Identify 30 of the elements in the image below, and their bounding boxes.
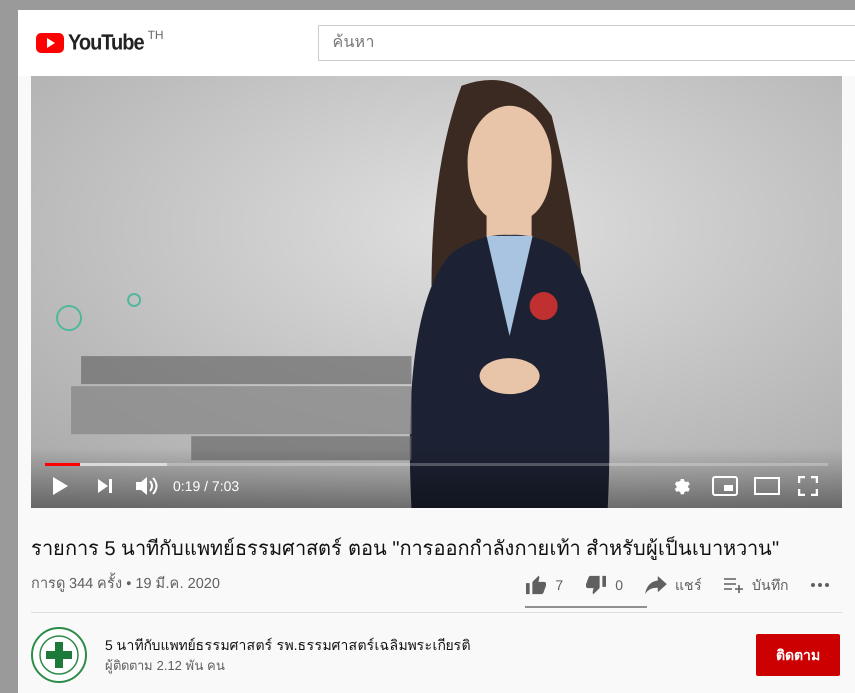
- search-field[interactable]: ค้นหา: [318, 25, 855, 61]
- thumbs-down-icon: [585, 575, 608, 595]
- volume-icon[interactable]: [135, 475, 159, 497]
- more-button[interactable]: [810, 582, 830, 588]
- subscribe-button[interactable]: ติดตาม: [756, 634, 840, 676]
- settings-icon[interactable]: [672, 476, 692, 496]
- share-button[interactable]: แชร์: [645, 574, 702, 596]
- view-count-and-date: การดู 344 ครั้ง • 19 มี.ค. 2020: [31, 574, 220, 596]
- subscriber-count: ผู้ติดตาม 2.12 พัน คน: [105, 656, 226, 676]
- theater-mode-icon[interactable]: [754, 477, 780, 495]
- play-logo-icon: [36, 33, 64, 53]
- channel-avatar-icon[interactable]: [31, 627, 87, 683]
- video-player[interactable]: 0:19 / 7:03: [31, 76, 842, 508]
- region-label: TH: [148, 27, 164, 44]
- play-icon[interactable]: [51, 476, 69, 496]
- next-icon[interactable]: [97, 478, 113, 494]
- share-arrow-icon: [645, 576, 667, 594]
- time-display: 0:19 / 7:03: [173, 476, 240, 496]
- fullscreen-icon[interactable]: [798, 476, 818, 496]
- channel-name[interactable]: 5 นาทีกับแพทย์ธรรมศาสตร์ รพ.ธรรมศาสตร์เฉลิมพระเกียรติ: [105, 634, 470, 656]
- thumbs-up-icon: [525, 575, 548, 595]
- video-title: รายการ 5 นาทีกับแพทย์ธรรมศาสตร์ ตอน "การออกกำลังกายเท้า สำหรับผู้เป็นเบาหวาน": [31, 536, 780, 562]
- dislike-button[interactable]: 0: [585, 574, 623, 596]
- like-button[interactable]: 7: [525, 574, 564, 596]
- progress-track[interactable]: [45, 463, 828, 466]
- more-icon: [810, 582, 830, 588]
- logo-text: YouTube: [68, 30, 144, 58]
- save-button[interactable]: บันทึก: [724, 574, 788, 596]
- playlist-add-icon: [724, 577, 744, 593]
- miniplayer-icon[interactable]: [712, 476, 738, 496]
